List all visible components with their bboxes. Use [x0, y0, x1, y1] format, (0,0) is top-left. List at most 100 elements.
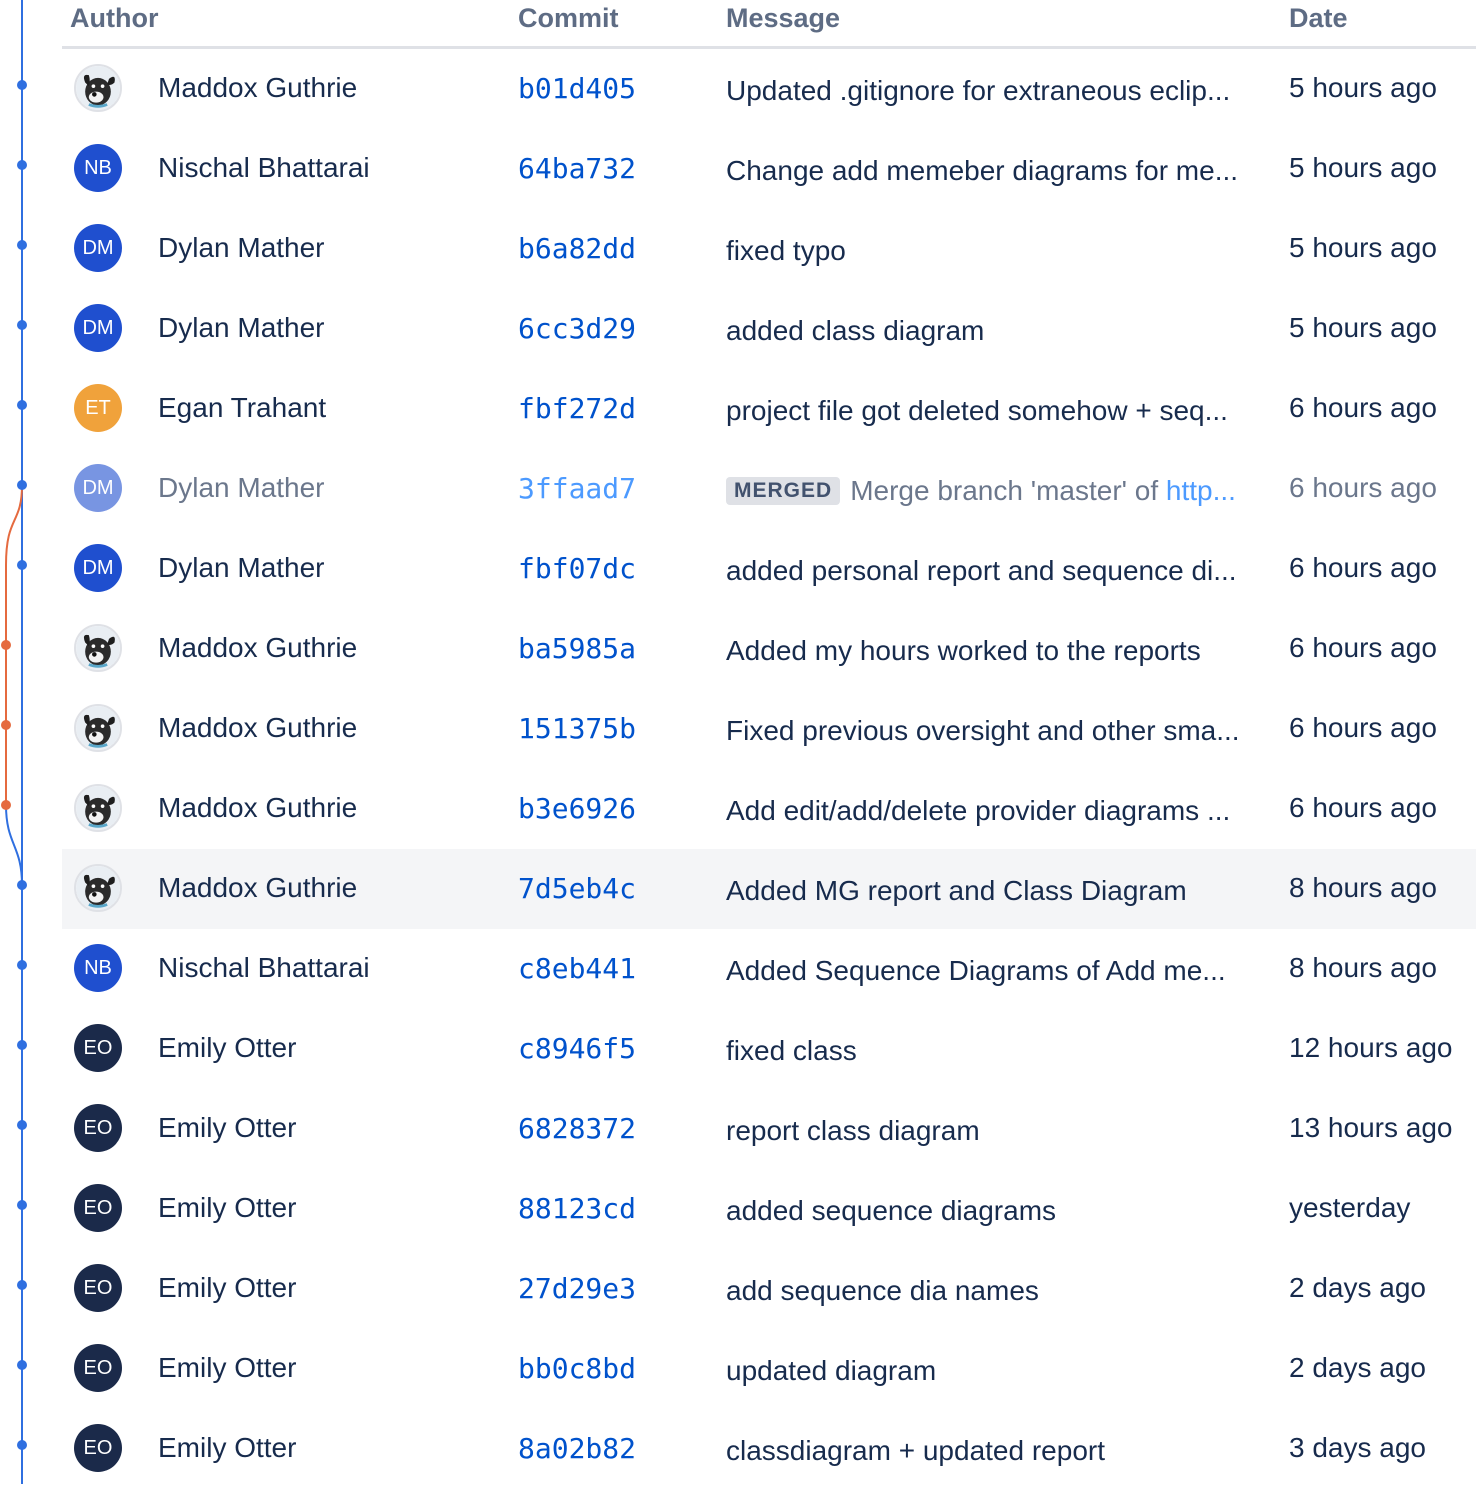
commit-message[interactable]: add sequence dia names	[726, 1275, 1256, 1307]
commit-date: 5 hours ago	[1289, 152, 1437, 183]
commit-date: 6 hours ago	[1289, 472, 1437, 503]
commit-date: 6 hours ago	[1289, 792, 1437, 823]
author-name: Emily Otter	[158, 1032, 297, 1063]
commit-node	[1, 800, 11, 810]
commit-hash-link[interactable]: b6a82dd	[518, 232, 636, 265]
table-row[interactable]: DM Dylan Mather b6a82dd fixed typo 5 hours a…	[62, 209, 1476, 289]
commit-hash-link[interactable]: fbf272d	[518, 392, 636, 425]
table-row[interactable]: Maddox Guthrie 7d5eb4c Added MG report and…	[62, 849, 1476, 929]
author-name: Emily Otter	[158, 1192, 297, 1223]
commit-message[interactable]: updated diagram	[726, 1355, 1256, 1387]
commit-hash-link[interactable]: 27d29e3	[518, 1272, 636, 1305]
dog-avatar-icon[interactable]	[74, 64, 122, 112]
table-row[interactable]: NB Nischal Bhattarai 64ba732 Change add mem…	[62, 129, 1476, 209]
table-header: Author Commit Message Date	[62, 0, 1476, 49]
commit-message[interactable]: Added my hours worked to the reports	[726, 635, 1256, 667]
table-row[interactable]: EO Emily Otter 8a02b82 classdiagram + updat…	[62, 1409, 1476, 1489]
author-avatar[interactable]: EO	[74, 1104, 122, 1152]
author-avatar[interactable]: ET	[74, 384, 122, 432]
commit-node	[17, 80, 27, 90]
author-name: Maddox Guthrie	[158, 72, 358, 103]
commit-hash-link[interactable]: 8a02b82	[518, 1432, 636, 1465]
commit-message[interactable]: Updated .gitignore for extraneous eclip.…	[726, 75, 1256, 107]
commit-node	[17, 1440, 27, 1450]
table-row[interactable]: EO Emily Otter bb0c8bd updated diagram 2 day…	[62, 1329, 1476, 1409]
author-avatar[interactable]: EO	[74, 1184, 122, 1232]
commit-hash-link[interactable]: 6cc3d29	[518, 312, 636, 345]
commit-hash-link[interactable]: c8946f5	[518, 1032, 636, 1065]
author-avatar[interactable]: NB	[74, 144, 122, 192]
commit-node	[1, 640, 11, 650]
dog-avatar-icon[interactable]	[74, 624, 122, 672]
commit-message[interactable]: classdiagram + updated report	[726, 1435, 1256, 1467]
commit-node	[17, 1360, 27, 1370]
author-avatar[interactable]: DM	[74, 544, 122, 592]
author-avatar[interactable]: DM	[74, 464, 122, 512]
author-avatar[interactable]: EO	[74, 1424, 122, 1472]
author-avatar[interactable]: NB	[74, 944, 122, 992]
commit-date: yesterday	[1289, 1192, 1411, 1223]
commit-message[interactable]: fixed typo	[726, 235, 1256, 267]
commit-date: 8 hours ago	[1289, 952, 1437, 983]
author-avatar[interactable]: DM	[74, 224, 122, 272]
commit-hash-link[interactable]: c8eb441	[518, 952, 636, 985]
commit-hash-link[interactable]: 6828372	[518, 1112, 636, 1145]
commit-message[interactable]: added personal report and sequence di...	[726, 555, 1256, 587]
table-row[interactable]: DM Dylan Mather 3ffaad7 MERGED Merge branch …	[62, 449, 1476, 529]
author-avatar[interactable]: EO	[74, 1024, 122, 1072]
table-row[interactable]: EO Emily Otter 88123cd added sequence diagr…	[62, 1169, 1476, 1249]
commit-date: 6 hours ago	[1289, 712, 1437, 743]
commit-date: 5 hours ago	[1289, 312, 1437, 343]
table-row[interactable]: ET Egan Trahant fbf272d project file got de…	[62, 369, 1476, 449]
commit-message[interactable]: Fixed previous oversight and other sma..…	[726, 715, 1256, 747]
dog-avatar-icon[interactable]	[74, 864, 122, 912]
commit-date: 3 days ago	[1289, 1432, 1426, 1463]
commit-message[interactable]: project file got deleted somehow + seq..…	[726, 395, 1256, 427]
author-avatar[interactable]: DM	[74, 304, 122, 352]
author-name: Emily Otter	[158, 1352, 297, 1383]
commit-date: 6 hours ago	[1289, 552, 1437, 583]
commit-hash-link[interactable]: 88123cd	[518, 1192, 636, 1225]
commit-date: 12 hours ago	[1289, 1032, 1453, 1063]
table-row[interactable]: EO Emily Otter 27d29e3 add sequence dia nam…	[62, 1249, 1476, 1329]
table-row[interactable]: EO Emily Otter 6828372 report class diagram…	[62, 1089, 1476, 1169]
commit-node	[17, 160, 27, 170]
commit-message[interactable]: added sequence diagrams	[726, 1195, 1256, 1227]
merge-source-link[interactable]: http...	[1166, 475, 1236, 506]
commit-date: 6 hours ago	[1289, 392, 1437, 423]
commit-hash-link[interactable]: 64ba732	[518, 152, 636, 185]
dog-avatar-icon[interactable]	[74, 704, 122, 752]
table-row[interactable]: DM Dylan Mather 6cc3d29 added class diagram…	[62, 289, 1476, 369]
commit-message[interactable]: MERGED Merge branch 'master' of http...	[726, 475, 1256, 507]
author-name: Dylan Mather	[158, 472, 325, 503]
commit-hash-link[interactable]: b3e6926	[518, 792, 636, 825]
commit-message[interactable]: Add edit/add/delete provider diagrams ..…	[726, 795, 1256, 827]
commit-message[interactable]: Added MG report and Class Diagram	[726, 875, 1256, 907]
commit-hash-link[interactable]: b01d405	[518, 72, 636, 105]
author-name: Maddox Guthrie	[158, 872, 358, 903]
table-row[interactable]: NB Nischal Bhattarai c8eb441 Added Sequence…	[62, 929, 1476, 1009]
table-row[interactable]: Maddox Guthrie 151375b Fixed previous over…	[62, 689, 1476, 769]
author-name: Maddox Guthrie	[158, 792, 358, 823]
commit-hash-link[interactable]: bb0c8bd	[518, 1352, 636, 1385]
commit-hash-link[interactable]: ba5985a	[518, 632, 636, 665]
commit-message[interactable]: added class diagram	[726, 315, 1256, 347]
table-row[interactable]: Maddox Guthrie b3e6926 Add edit/add/delete…	[62, 769, 1476, 849]
commit-node	[17, 320, 27, 330]
commit-message[interactable]: fixed class	[726, 1035, 1256, 1067]
commit-message[interactable]: report class diagram	[726, 1115, 1256, 1147]
commit-message[interactable]: Change add memeber diagrams for me...	[726, 155, 1256, 187]
commit-hash-link[interactable]: 7d5eb4c	[518, 872, 636, 905]
commit-message[interactable]: Added Sequence Diagrams of Add me...	[726, 955, 1256, 987]
commit-hash-link[interactable]: 3ffaad7	[518, 472, 636, 505]
commit-hash-link[interactable]: 151375b	[518, 712, 636, 745]
table-row[interactable]: EO Emily Otter c8946f5 fixed class 12 hours …	[62, 1009, 1476, 1089]
table-row[interactable]: Maddox Guthrie b01d405 Updated .gitignore …	[62, 49, 1476, 129]
table-row[interactable]: Maddox Guthrie ba5985a Added my hours work…	[62, 609, 1476, 689]
table-row[interactable]: DM Dylan Mather fbf07dc added personal repo…	[62, 529, 1476, 609]
commit-hash-link[interactable]: fbf07dc	[518, 552, 636, 585]
author-avatar[interactable]: EO	[74, 1344, 122, 1392]
dog-avatar-icon[interactable]	[74, 784, 122, 832]
commit-node	[17, 480, 27, 490]
author-avatar[interactable]: EO	[74, 1264, 122, 1312]
